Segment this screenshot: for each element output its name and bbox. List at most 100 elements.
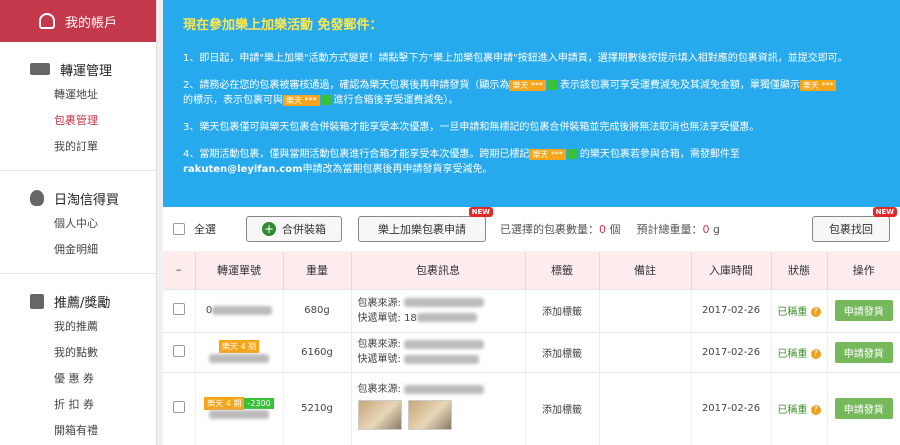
row-checkbox[interactable] [172,401,185,414]
sidebar-item-my-points[interactable]: 我的點數 [0,340,156,366]
section-title-text: 日淘信得買 [54,192,120,208]
account-title: 我的帳戶 [64,15,117,31]
new-badge: NEW [872,207,897,217]
package-toolbar: 全選 + 合併裝箱 樂上加樂包裹申請 NEW 已選擇的包裹數量：0 個 預計總重… [163,207,900,251]
weight-unit: g [713,223,720,236]
source-label: 包裹來源: [357,297,401,309]
action-cell: 申請發貨 [827,331,900,372]
add-tag-link[interactable]: 添加標籤 [525,288,600,332]
source-label: 包裹來源: [357,384,401,396]
help-icon[interactable]: ? [810,348,821,359]
redacted-text [209,410,269,420]
col-header-select: – [163,251,196,289]
account-header[interactable]: 我的帳戶 [0,0,156,42]
sidebar-section-title: 日淘信得買 [0,185,156,211]
col-header-date: 入庫時間 [691,251,772,289]
sidebar-item-package-management[interactable]: 包裹管理 [0,108,156,134]
total-weight: 預計總重量：0 g [637,221,720,237]
tracking-cell: 樂天 4 期 [195,331,284,372]
sidebar-item-transfer-address[interactable]: 轉運地址 [0,82,156,108]
selected-label: 已選擇的包裹數量： [500,223,599,236]
date-cell: 2017-02-26 [691,331,772,372]
redacted-text [404,354,480,364]
table-row: 樂天 4 期 -2300 5210g 包裹來源: 添加標籤 2017-02-26 … [163,371,900,445]
money-bag-icon [30,190,44,206]
notice-item-2: 2、請務必在您的包裹被審核通過，確認為樂天包裹後再申請發貨（顯示為樂天 *** 表… [183,78,880,108]
action-cell: 申請發貨 [827,288,900,332]
tracking-label: 快遞單號: [357,354,401,365]
tracking-cell: 0 [195,288,284,332]
notice-text: 申請改為當期包裹後再申請發貨享受減免。 [302,164,493,175]
user-icon [38,13,55,29]
help-icon[interactable]: ? [810,307,821,317]
sidebar-item-coupons[interactable]: 優 惠 券 [0,366,156,392]
row-checkbox[interactable] [172,303,185,315]
apply-button-label: 樂上加樂包裹申請 [378,223,466,236]
add-tag-link[interactable]: 添加標籤 [525,371,600,445]
rakuten-tag: 樂天 *** [283,94,320,106]
notice-item-4: 4、當期活動包裹，僅與當期活動包裹進行合箱才能享受本次優惠。跨期已標記 樂天 **… [183,147,880,177]
table-row: 樂天 4 期 6160g 包裹來源: 快遞單號: 添加標籤 2017-02-26… [163,331,900,372]
sidebar-section-buy: 日淘信得買 個人中心 佣金明細 [0,171,156,274]
package-info-cell: 包裹來源: 快遞單號: 18 [351,288,526,332]
apply-shipping-button[interactable]: 申請發貨 [834,398,893,420]
col-header-note: 備註 [599,251,692,289]
date-cell: 2017-02-26 [691,288,772,332]
notice-text: 進行合箱後享受運費減免）。 [333,95,459,106]
selected-count-value: 0 [599,223,606,236]
col-header-weight: 重量 [283,251,352,289]
select-all[interactable]: 全選 [173,221,216,237]
status-cell: 已稱重 ? [771,288,828,332]
notice-text: 表示該包裹可享受運費減免及其減免金額，單獨僅顯示 [559,80,800,91]
support-email-link[interactable]: rakuten@leyifan.com [183,164,303,175]
table-header: – 轉運單號 重量 包裹訊息 標籤 備註 入庫時間 狀態 操作 [163,251,900,289]
section-title-text: 轉運管理 [60,63,113,79]
col-header-status: 狀態 [771,251,828,289]
col-header-tag: 標籤 [525,251,600,289]
notice-title: 現在參加樂上加樂活動 免發郵件： [183,18,383,33]
redacted-text [404,298,485,307]
sidebar-item-unboxing-gift[interactable]: 開箱有禮 [0,418,156,444]
package-table: – 轉運單號 重量 包裹訊息 標籤 備註 入庫時間 狀態 操作 0 680g 包… [163,251,900,445]
note-cell [599,331,692,372]
sidebar-item-my-referrals[interactable]: 我的推薦 [0,314,156,340]
select-all-checkbox[interactable] [173,223,185,235]
help-icon[interactable]: ? [810,405,821,416]
sidebar-item-personal-center[interactable]: 個人中心 [0,211,156,237]
action-cell: 申請發貨 [827,371,900,445]
col-header-package-info: 包裹訊息 [351,251,526,289]
discount-marker [321,95,332,105]
package-recovery-button[interactable]: 包裹找回 NEW [812,207,897,242]
sidebar-item-discount-coupons[interactable]: 折 扣 券 [0,392,156,418]
truck-icon [30,63,50,75]
rakuten-period-tag: 樂天 4 期 [218,340,260,353]
notice-text: 的樂天包裹若參與合箱，需發郵件至 [579,149,740,160]
table-row: 0 680g 包裹來源: 快遞單號: 18 添加標籤 2017-02-26 已稱… [163,288,900,332]
apply-shipping-button[interactable]: 申請發貨 [834,341,893,363]
sidebar-section-title: 推薦/獎勵 [0,288,156,314]
row-checkbox[interactable] [172,344,185,357]
campaign-notice: 現在參加樂上加樂活動 免發郵件： 1、即日起，申請"樂上加樂"活動方式變更！請點… [163,0,900,207]
sidebar-item-my-orders[interactable]: 我的訂單 [0,134,156,160]
status-text: 已稱重 [777,307,808,318]
rakuten-apply-button[interactable]: 樂上加樂包裹申請 NEW [358,207,493,242]
note-cell [599,371,692,445]
weight-cell: 6160g [283,331,352,372]
merge-packages-button[interactable]: + 合併裝箱 [246,216,342,242]
sidebar-section-rewards: 推薦/獎勵 我的推薦 我的點數 優 惠 券 折 扣 券 開箱有禮 [0,274,156,445]
notice-text: 2、請務必在您的包裹被審核通過，確認為樂天包裹後再申請發貨（顯示為 [183,80,510,91]
sidebar-item-commission[interactable]: 佣金明細 [0,237,156,263]
status-cell: 已稱重 ? [771,371,828,445]
package-photo[interactable] [407,400,452,431]
weight-cell: 5210g [283,371,352,445]
tracking-cell: 樂天 4 期 -2300 [195,371,284,445]
col-header-action: 操作 [827,251,900,289]
sidebar-section-transfer: 轉運管理 轉運地址 包裹管理 我的訂單 [0,42,156,171]
add-tag-link[interactable]: 添加標籤 [525,331,600,372]
section-title-text: 推薦/獎勵 [54,295,111,311]
redacted-text [212,305,273,315]
apply-shipping-button[interactable]: 申請發貨 [834,300,893,321]
tracking-label: 快遞單號: [357,312,401,324]
discount-marker [567,149,578,159]
package-photo[interactable] [357,400,402,431]
